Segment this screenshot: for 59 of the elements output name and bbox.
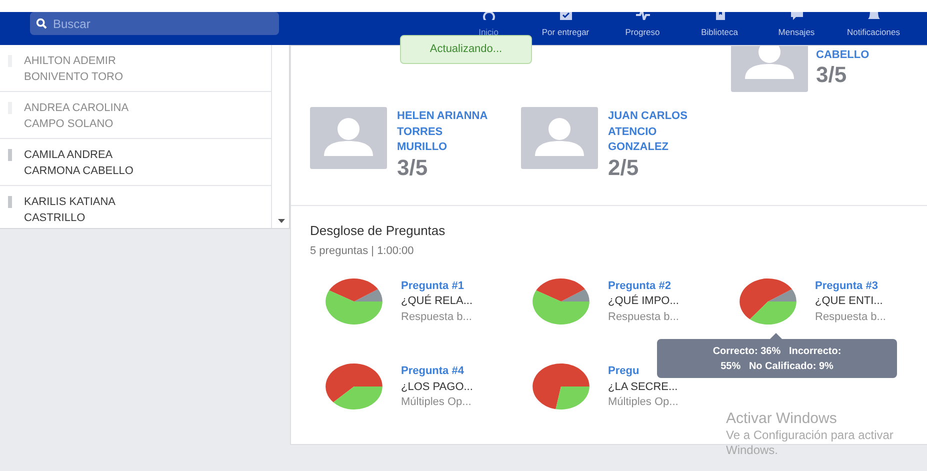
status-toast: Actualizando... bbox=[400, 35, 532, 64]
student-name: AHILTON ADEMIR bbox=[24, 54, 117, 69]
student-surname: BONIVENTO TORO bbox=[24, 70, 124, 85]
question-link[interactable]: Pregunta #2 bbox=[608, 278, 718, 294]
avatar-placeholder-icon bbox=[521, 107, 598, 169]
pulse-icon bbox=[636, 12, 650, 20]
score-text: 2/5 bbox=[608, 156, 640, 180]
question-text: ¿LA SECRE... bbox=[608, 380, 679, 394]
pie-chart-drawing bbox=[325, 363, 383, 410]
nav-tab[interactable]: Mensajes bbox=[758, 12, 835, 45]
question-type: Respuesta b... bbox=[815, 310, 887, 324]
question-text: ¿QUÉ IMPO... bbox=[608, 294, 680, 309]
question-type: Respuesta b... bbox=[401, 310, 473, 324]
question-text: ¿LOS PAGO... bbox=[401, 380, 474, 394]
question-type: Múltiples Op... bbox=[608, 395, 680, 410]
student-list-item[interactable]: AHILTON ADEMIR BONIVENTO TORO bbox=[0, 45, 271, 92]
search-icon bbox=[36, 18, 47, 29]
bell-icon bbox=[866, 12, 880, 20]
question-text: ¿QUÉ RELA... bbox=[401, 294, 474, 309]
question-text: ¿QUE ENTI... bbox=[815, 294, 884, 309]
score-text: 3/5 bbox=[397, 156, 429, 180]
student-name: JUAN CARLOS ATENCIO GONZALEZ bbox=[608, 109, 688, 155]
nav-tab[interactable]: Biblioteca bbox=[681, 12, 758, 45]
avatar-placeholder-icon bbox=[310, 107, 387, 169]
avatar-thumbnail bbox=[8, 196, 12, 208]
question-link[interactable]: Pregunta #3 bbox=[815, 278, 925, 294]
scroll-down-icon[interactable] bbox=[278, 219, 285, 223]
score-text: 3/5 bbox=[816, 63, 848, 87]
question-type: Múltiples Op... bbox=[401, 395, 472, 410]
student-surname: CARMONA CABELLO bbox=[24, 164, 134, 179]
student-name: CAMILA ANDREA bbox=[24, 148, 114, 163]
target-icon bbox=[482, 12, 496, 20]
activation-notice-text: Ve a Configuración para activar bbox=[726, 428, 894, 443]
student-name: KARILIS KATIANA bbox=[24, 195, 116, 210]
pie-chart-drawing bbox=[325, 278, 383, 324]
student-surname: CASTRILLO bbox=[24, 211, 86, 226]
activation-notice-text: Windows. bbox=[726, 443, 780, 458]
question-link[interactable]: Pregunta #1 bbox=[401, 278, 511, 294]
section-title: Desglose de Preguntas bbox=[310, 223, 446, 239]
student-name: HELEN ARIANNA TORRES MURILLO bbox=[397, 109, 488, 155]
search-field[interactable]: Buscar bbox=[30, 12, 279, 35]
pie-chart-drawing bbox=[532, 278, 590, 324]
activation-notice-title: Activar Windows bbox=[726, 410, 838, 428]
student-list-item[interactable]: CAMILA ANDREA CARMONA CABELLO bbox=[0, 139, 271, 186]
chart-tooltip: Correcto: 36% Incorrecto: 55% No Calificado: 9% bbox=[657, 339, 897, 378]
section-subtitle: 5 preguntas | 1:00:00 bbox=[310, 244, 415, 259]
question-link[interactable]: Pregunta #4 bbox=[401, 364, 511, 380]
pie-chart-drawing bbox=[532, 363, 590, 410]
student-name: CABELLO bbox=[816, 48, 870, 63]
student-list-item[interactable]: ANDREA CAROLINA CAMPO SOLANO bbox=[0, 92, 271, 139]
student-name: ANDREA CAROLINA bbox=[24, 101, 130, 116]
pie-chart-drawing bbox=[739, 278, 797, 324]
student-list-item[interactable]: KARILIS KATIANA CASTRILLO bbox=[0, 186, 271, 228]
nav-tab[interactable]: Progreso bbox=[604, 12, 681, 45]
chat-bubble-icon bbox=[790, 12, 804, 20]
question-type: Respuesta b... bbox=[608, 310, 680, 324]
student-surname: CAMPO SOLANO bbox=[24, 117, 114, 132]
avatar-thumbnail bbox=[8, 149, 12, 161]
nav-tab[interactable]: Notificaciones bbox=[835, 12, 912, 45]
